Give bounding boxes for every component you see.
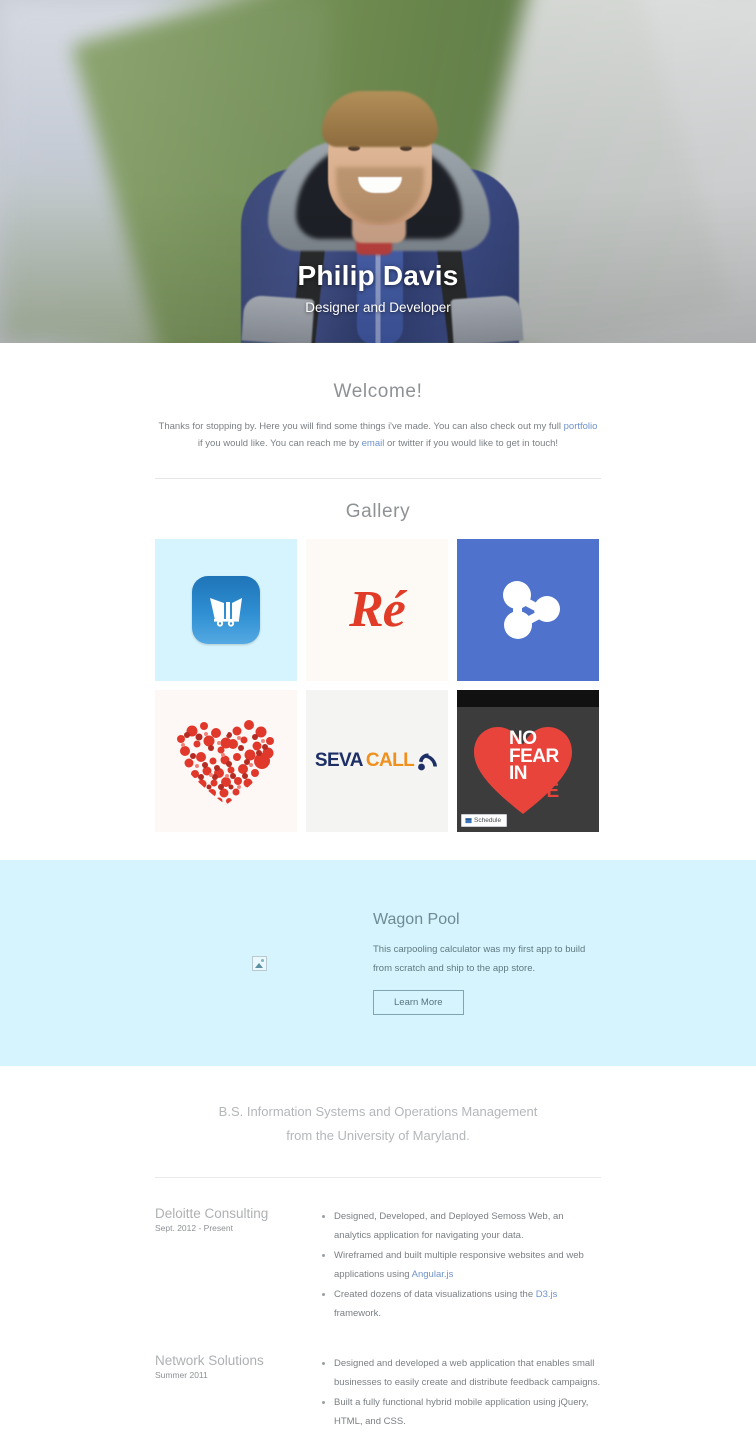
schedule-chip-label: Schedule xyxy=(474,817,502,825)
education-line-2: from the University of Maryland. xyxy=(286,1128,470,1144)
job-dates: Sept. 2012 - Present xyxy=(155,1223,233,1234)
job-bullet: Designed and developed a web application… xyxy=(334,1355,601,1392)
feature-band-inner: Wagon Pool This carpooling calculator wa… xyxy=(155,860,601,1066)
re-logo-text: Ré xyxy=(349,581,406,639)
hero-subtitle: Designer and Developer xyxy=(305,300,451,315)
welcome-paragraph: Thanks for stopping by. Here you will fi… xyxy=(155,419,601,452)
sevacall-seva: SEVA xyxy=(314,750,364,772)
job-bullet: Built a fully functional hybrid mobile a… xyxy=(334,1394,601,1431)
gallery-item-re[interactable]: Ré xyxy=(306,539,448,682)
feature-band: Wagon Pool This carpooling calculator wa… xyxy=(0,860,756,1067)
welcome-heading: Welcome! xyxy=(333,381,423,402)
education-section: B.S. Information Systems and Operations … xyxy=(155,1066,601,1148)
job-meta: Network Solutions Summer 2011 xyxy=(155,1353,320,1433)
job-bullet-list: Designed and developed a web application… xyxy=(320,1355,601,1431)
job-dates: Summer 2011 xyxy=(155,1370,208,1381)
poster-text: NO FEAR IN LOVE xyxy=(509,729,559,802)
experience-item-deloitte: Deloitte Consulting Sept. 2012 - Present… xyxy=(155,1178,601,1325)
education-line-1: B.S. Information Systems and Operations … xyxy=(218,1104,538,1120)
section-divider-top xyxy=(155,478,601,480)
job-company: Deloitte Consulting xyxy=(155,1206,269,1222)
bullet-text-tail: framework. xyxy=(334,1307,381,1319)
hero-text-block: Philip Davis Designer and Developer xyxy=(0,260,756,315)
job-bullet: Wireframed and built multiple responsive… xyxy=(334,1247,601,1284)
shopping-wagon-icon xyxy=(210,598,242,627)
welcome-text-2: if you would like. You can reach me by xyxy=(197,437,362,449)
bullet-text: Designed, Developed, and Deployed Semoss… xyxy=(334,1211,564,1241)
bullet-text: Built a fully functional hybrid mobile a… xyxy=(334,1397,589,1427)
feature-title: Wagon Pool xyxy=(373,911,460,929)
email-link[interactable]: email xyxy=(362,438,385,449)
job-bullet: Designed, Developed, and Deployed Semoss… xyxy=(334,1208,601,1245)
signal-waves-icon xyxy=(418,753,438,771)
bullet-text: Wireframed and built multiple responsive… xyxy=(334,1250,584,1280)
bullet-text: Designed and developed a web application… xyxy=(334,1358,601,1388)
job-details: Designed, Developed, and Deployed Semoss… xyxy=(320,1206,601,1325)
gallery-item-dot-heart[interactable] xyxy=(155,690,297,833)
page-title: Philip Davis xyxy=(297,260,459,292)
job-bullet: Created dozens of data visualizations us… xyxy=(334,1286,601,1323)
gallery-grid: Ré SEVA CALL NO FEAR IN LOVE Schedule xyxy=(155,539,601,833)
experience-item-network-solutions: Network Solutions Summer 2011 Designed a… xyxy=(155,1325,601,1433)
welcome-text-1: Thanks for stopping by. Here you will fi… xyxy=(158,421,564,432)
poster-top-bar xyxy=(457,690,599,708)
dot-heart-icon xyxy=(177,720,274,806)
learn-more-button[interactable]: Learn More xyxy=(373,990,464,1016)
feature-copy: Wagon Pool This carpooling calculator wa… xyxy=(363,911,601,1016)
gallery-item-wagon-pool[interactable] xyxy=(155,539,297,682)
feature-description: This carpooling calculator was my first … xyxy=(373,944,586,974)
schedule-icon xyxy=(465,818,472,824)
wagon-app-icon xyxy=(192,576,260,645)
d3-link[interactable]: D3.js xyxy=(536,1289,558,1300)
job-bullet-list: Designed, Developed, and Deployed Semoss… xyxy=(320,1208,601,1323)
job-details: Designed and developed a web application… xyxy=(320,1353,601,1433)
gallery-item-no-fear-in-love[interactable]: NO FEAR IN LOVE Schedule xyxy=(457,690,599,833)
gallery-item-sevacall[interactable]: SEVA CALL xyxy=(306,690,448,833)
job-meta: Deloitte Consulting Sept. 2012 - Present xyxy=(155,1206,320,1325)
portfolio-link[interactable]: portfolio xyxy=(564,421,598,432)
gallery-heading: Gallery xyxy=(345,501,411,523)
bullet-text: Created dozens of data visualizations us… xyxy=(334,1289,536,1301)
broken-image-icon xyxy=(251,955,267,971)
poster-line-4: LOVE xyxy=(509,780,559,802)
angular-link[interactable]: Angular.js xyxy=(412,1269,454,1280)
job-company: Network Solutions xyxy=(155,1353,264,1369)
gallery-item-network[interactable] xyxy=(457,539,599,682)
hero-banner: Philip Davis Designer and Developer xyxy=(0,0,756,343)
gallery-section: Gallery xyxy=(155,501,601,523)
welcome-section: Welcome! Thanks for stopping by. Here yo… xyxy=(155,343,601,452)
sevacall-call: CALL xyxy=(365,750,415,772)
schedule-chip[interactable]: Schedule xyxy=(461,814,508,828)
sevacall-logo-text: SEVA CALL xyxy=(315,750,439,772)
network-nodes-icon xyxy=(503,581,560,640)
welcome-text-3: or twitter if you would like to get in t… xyxy=(384,437,559,449)
feature-image-area xyxy=(155,955,363,971)
